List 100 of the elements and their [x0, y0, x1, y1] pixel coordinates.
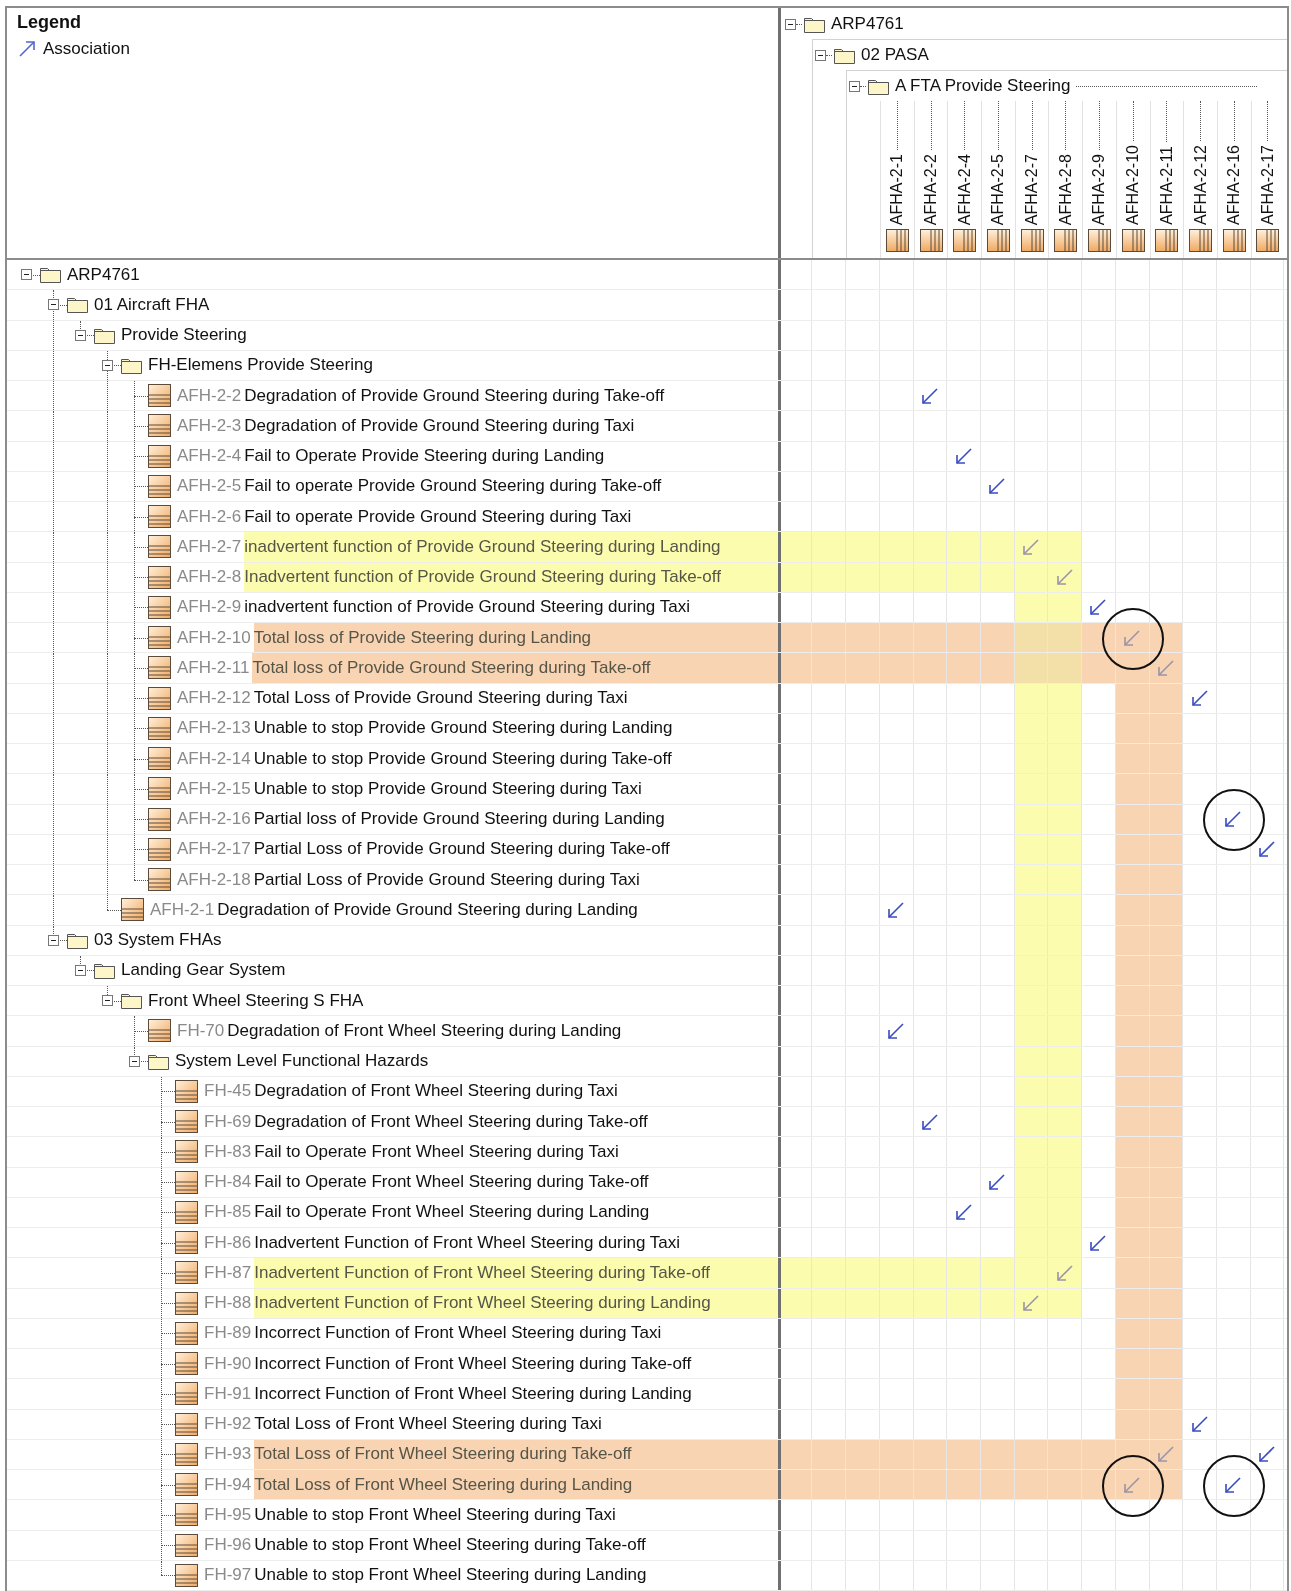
element-icon [175, 1291, 198, 1315]
hazard-name[interactable]: Partial loss of Provide Ground Steering during Landing [253, 809, 665, 830]
table-icon [1121, 229, 1145, 252]
hazard-id: AFH-2-14 [177, 748, 251, 769]
hazard-name[interactable]: Degradation of Front Wheel Steering during Landing [227, 1020, 622, 1041]
table-icon [1054, 229, 1078, 252]
hazard-name[interactable]: Inadvertent Function of Front Wheel Steering during Landing [254, 1293, 711, 1314]
hazard-name[interactable]: Total Loss of Front Wheel Steering during Take-off [254, 1444, 632, 1465]
hazard-name[interactable]: Unable to stop Front Wheel Steering during Taxi [254, 1504, 616, 1525]
folder-label[interactable]: Landing Gear System [121, 960, 286, 981]
folder-icon [67, 296, 88, 314]
folder-label[interactable]: ARP4761 [67, 264, 140, 285]
hazard-name[interactable]: Unable to stop Front Wheel Steering during Take-off [254, 1535, 646, 1556]
hazard-name[interactable]: Partial Loss of Provide Ground Steering during Take-off [253, 839, 670, 860]
hazard-name[interactable]: Total loss of Provide Ground Steering during Take-off [252, 657, 651, 678]
tree-node-label[interactable]: A FTA Provide Steering [895, 76, 1071, 96]
hazard-id: AFH-2-16 [177, 809, 251, 830]
hazard-name[interactable]: Fail to operate Provide Ground Steering during Take-off [244, 476, 662, 497]
collapse-toggle[interactable] [75, 964, 86, 976]
folder-icon [40, 266, 61, 284]
folder-label[interactable]: 03 System FHAs [94, 930, 222, 951]
folder-icon [67, 931, 88, 949]
hazard-name[interactable]: inadvertent function of Provide Ground Steering during Landing [244, 536, 721, 557]
tree-node-label[interactable]: ARP4761 [831, 14, 904, 34]
hazard-name[interactable]: Unable to stop Front Wheel Steering during Landing [254, 1565, 647, 1586]
element-icon [148, 565, 171, 589]
element-icon [175, 1473, 198, 1497]
column-header[interactable]: AFHA-2-16 [1225, 140, 1244, 229]
folder-label[interactable]: 01 Aircraft FHA [94, 294, 210, 315]
hazard-name[interactable]: Inadvertent Function of Front Wheel Steering during Taxi [254, 1232, 681, 1253]
collapse-toggle[interactable] [129, 1055, 140, 1067]
hazard-name[interactable]: Degradation of Provide Ground Steering during Take-off [244, 385, 665, 406]
hazard-name[interactable]: Degradation of Front Wheel Steering during Taxi [254, 1081, 618, 1102]
collapse-toggle[interactable] [785, 18, 796, 30]
hazard-name[interactable]: Unable to stop Provide Ground Steering during Take-off [253, 748, 672, 769]
collapse-toggle[interactable] [75, 329, 86, 341]
column-header[interactable]: AFHA-2-9 [1090, 149, 1109, 229]
hazard-id: AFH-2-17 [177, 839, 251, 860]
element-icon [148, 868, 171, 892]
hazard-name[interactable]: Incorrect Function of Front Wheel Steering during Landing [254, 1383, 692, 1404]
collapse-toggle[interactable] [102, 995, 113, 1007]
hazard-name[interactable]: Total Loss of Front Wheel Steering during Taxi [254, 1414, 602, 1435]
folder-label[interactable]: FH-Elemens Provide Steering [148, 355, 373, 376]
hazard-name[interactable]: Incorrect Function of Front Wheel Steering during Take-off [254, 1353, 692, 1374]
column-header[interactable]: AFHA-2-11 [1157, 142, 1176, 229]
column-header[interactable]: AFHA-2-17 [1258, 140, 1277, 229]
hazard-name[interactable]: Degradation of Provide Ground Steering during Landing [217, 899, 638, 920]
hazard-id: FH-96 [204, 1535, 252, 1556]
element-icon [148, 656, 171, 680]
column-header[interactable]: AFHA-2-5 [989, 149, 1008, 229]
column-header[interactable]: AFHA-2-4 [955, 149, 974, 229]
column-header[interactable]: AFHA-2-8 [1056, 149, 1075, 229]
column-header[interactable]: AFHA-2-12 [1191, 140, 1210, 229]
hazard-name[interactable]: inadvertent function of Provide Ground Steering during Taxi [244, 597, 690, 618]
column-header[interactable]: AFHA-2-1 [888, 149, 907, 229]
collapse-toggle[interactable] [102, 359, 113, 371]
hazard-name[interactable]: Fail to Operate Provide Steering during Landing [244, 446, 605, 467]
tree-node-label[interactable]: 02 PASA [861, 45, 929, 65]
hazard-name[interactable]: Total Loss of Provide Ground Steering during Taxi [253, 688, 628, 709]
hazard-name[interactable]: Fail to Operate Front Wheel Steering during Landing [254, 1202, 650, 1223]
hazard-name[interactable]: Unable to stop Provide Ground Steering during Landing [253, 718, 673, 739]
folder-label[interactable]: Front Wheel Steering S FHA [148, 990, 364, 1011]
hazard-name[interactable]: Degradation of Provide Ground Steering during Taxi [244, 415, 635, 436]
folder-label[interactable]: Provide Steering [121, 325, 247, 346]
element-icon [148, 444, 171, 468]
hazard-name[interactable]: Unable to stop Provide Ground Steering during Taxi [253, 778, 642, 799]
hazard-name[interactable]: Inadvertent Function of Front Wheel Steering during Take-off [254, 1262, 711, 1283]
folder-icon [804, 15, 825, 33]
hazard-name[interactable]: Degradation of Front Wheel Steering during Take-off [254, 1111, 648, 1132]
hazard-name[interactable]: Inadvertent function of Provide Ground Steering during Take-off [244, 567, 721, 588]
collapse-toggle[interactable] [48, 299, 59, 311]
table-icon [1155, 229, 1179, 252]
hazard-name[interactable]: Incorrect Function of Front Wheel Steering during Taxi [254, 1323, 662, 1344]
hazard-name[interactable]: Fail to operate Provide Ground Steering during Taxi [244, 506, 632, 527]
table-icon [1222, 229, 1246, 252]
table-icon [1087, 229, 1111, 252]
element-icon [148, 747, 171, 771]
hazard-id: AFH-2-3 [177, 415, 242, 436]
hazard-name[interactable]: Total loss of Provide Steering during Landing [253, 627, 592, 648]
hazard-name[interactable]: Total Loss of Front Wheel Steering during Landing [254, 1474, 633, 1495]
element-icon [148, 626, 171, 650]
element-icon [175, 1321, 198, 1345]
legend-title: Legend [17, 12, 81, 33]
element-icon [175, 1352, 198, 1376]
hazard-id: FH-97 [204, 1565, 252, 1586]
element-icon [148, 384, 171, 408]
column-header[interactable]: AFHA-2-10 [1124, 140, 1143, 229]
column-header[interactable]: AFHA-2-7 [1023, 149, 1042, 229]
column-header[interactable]: AFHA-2-2 [922, 149, 941, 229]
hazard-name[interactable]: Fail to Operate Front Wheel Steering during Taxi [254, 1141, 619, 1162]
collapse-toggle[interactable] [21, 269, 32, 281]
hazard-id: FH-86 [204, 1232, 252, 1253]
hazard-name[interactable]: Partial Loss of Provide Ground Steering during Taxi [253, 869, 640, 890]
collapse-toggle[interactable] [815, 49, 826, 61]
collapse-toggle[interactable] [48, 934, 59, 946]
hazard-name[interactable]: Fail to Operate Front Wheel Steering during Take-off [254, 1172, 649, 1193]
folder-icon [148, 1052, 169, 1070]
hazard-id: AFH-2-12 [177, 688, 251, 709]
folder-label[interactable]: System Level Functional Hazards [175, 1051, 429, 1072]
collapse-toggle[interactable] [849, 80, 860, 92]
